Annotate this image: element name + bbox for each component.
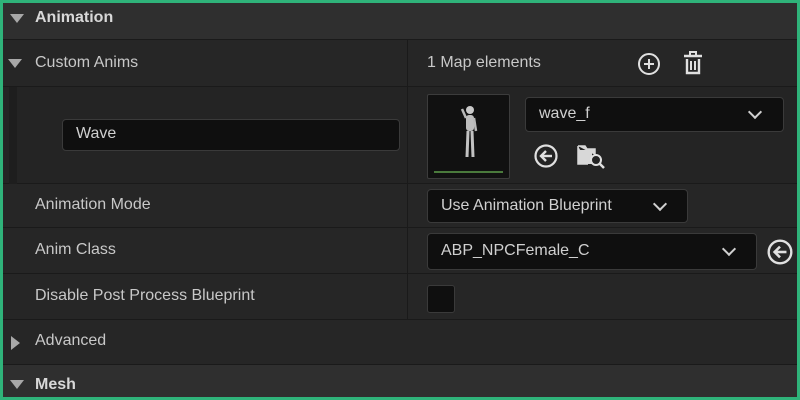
- disable-post-process-row: Disable Post Process Blueprint: [3, 274, 797, 320]
- advanced-row[interactable]: Advanced: [3, 320, 797, 365]
- anim-class-row: Anim Class ABP_NPCFemale_C: [3, 228, 797, 274]
- animation-category-title: Animation: [35, 9, 114, 26]
- animation-mode-label: Animation Mode: [35, 196, 151, 213]
- collapse-arrow-icon[interactable]: [10, 380, 24, 389]
- expand-arrow-icon[interactable]: [11, 336, 20, 350]
- expand-arrow-icon[interactable]: [8, 59, 22, 68]
- animation-thumbnail[interactable]: [427, 94, 510, 179]
- animation-asset-dropdown[interactable]: wave_f: [525, 97, 784, 132]
- animation-category-header[interactable]: Animation: [3, 3, 797, 40]
- animation-mode-value: Use Animation Blueprint: [441, 197, 612, 214]
- map-key-value: Wave: [76, 125, 117, 142]
- custom-anims-row: Custom Anims 1 Map elements: [3, 40, 797, 87]
- anim-class-dropdown[interactable]: ABP_NPCFemale_C: [427, 233, 757, 270]
- chevron-down-icon: [721, 241, 737, 257]
- chevron-down-icon: [652, 196, 668, 212]
- collapse-arrow-icon[interactable]: [10, 14, 24, 23]
- disable-post-process-label: Disable Post Process Blueprint: [35, 287, 255, 304]
- map-key-input[interactable]: Wave: [62, 119, 400, 151]
- use-selected-asset-icon[interactable]: [533, 143, 559, 169]
- custom-anims-label: Custom Anims: [35, 54, 139, 71]
- chevron-down-icon: [747, 104, 763, 120]
- mesh-category-header[interactable]: Mesh: [3, 365, 797, 397]
- advanced-label: Advanced: [35, 332, 107, 349]
- mesh-category-title: Mesh: [35, 376, 76, 393]
- browse-asset-icon[interactable]: [576, 142, 606, 170]
- add-element-icon[interactable]: [637, 52, 661, 76]
- details-panel: Animation Custom Anims 1 Map elements Wa…: [3, 3, 797, 397]
- animation-mode-row: Animation Mode Use Animation Blueprint: [3, 184, 797, 228]
- use-selected-class-icon[interactable]: [766, 238, 794, 266]
- animation-asset-value: wave_f: [539, 105, 590, 122]
- animation-mode-dropdown[interactable]: Use Animation Blueprint: [427, 189, 688, 223]
- anim-class-value: ABP_NPCFemale_C: [441, 242, 590, 259]
- trash-icon[interactable]: [682, 51, 704, 77]
- character-preview-image: [460, 106, 478, 158]
- anim-class-label: Anim Class: [35, 241, 116, 258]
- map-elements-count: 1 Map elements: [427, 54, 541, 71]
- map-element-row: Wave wave_f: [3, 87, 797, 184]
- disable-post-process-checkbox[interactable]: [427, 285, 455, 313]
